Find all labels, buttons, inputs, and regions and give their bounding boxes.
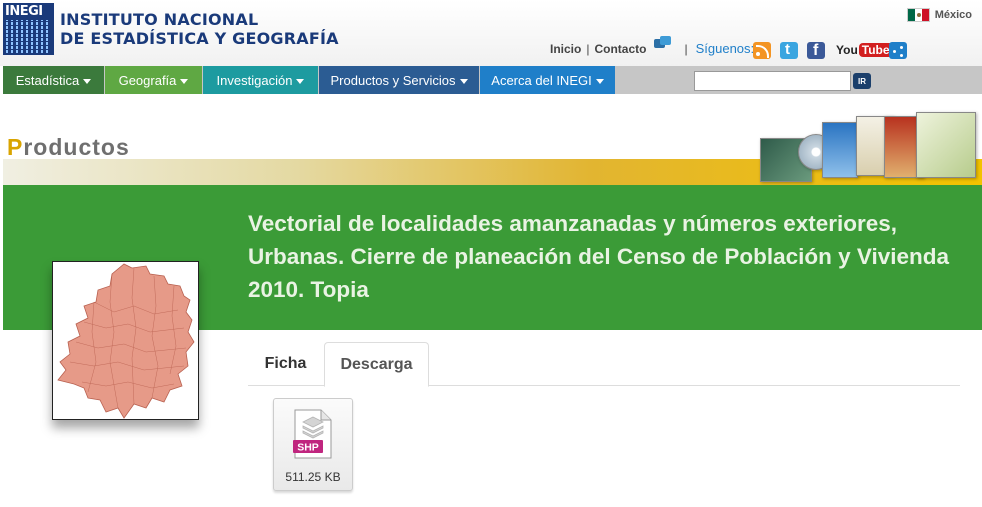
inegi-logo-mark: INEGI [3, 2, 54, 55]
site-header: INEGI INSTITUTO NACIONAL DE ESTADÍSTICA … [0, 0, 982, 66]
logo-mark-text: INEGI [5, 3, 43, 19]
nav-label: Productos y Servicios [330, 72, 456, 88]
tab-descarga[interactable]: Descarga [324, 342, 429, 387]
search-input[interactable] [694, 71, 851, 91]
youtube-you-text: You [836, 43, 858, 57]
youtube-tube-text: Tube [858, 43, 893, 57]
logo-line-2: DE ESTADÍSTICA Y GEOGRAFÍA [60, 28, 339, 48]
caret-down-icon [180, 78, 189, 84]
shp-format-label: SHP [297, 442, 319, 454]
product-title: Vectorial de localidades amanzanadas y n… [248, 211, 950, 302]
product-tabs: Ficha Descarga [248, 342, 960, 387]
caret-down-icon [296, 78, 305, 84]
nav-label: Acerca del INEGI [491, 72, 592, 88]
country-selector[interactable]: México [906, 8, 972, 22]
nav-label: Estadística [15, 72, 80, 88]
youtube-icon[interactable]: You Tube [836, 43, 893, 57]
caret-down-icon [459, 78, 468, 84]
nav-item-estadistica[interactable]: Estadística [3, 66, 104, 94]
shp-download-button[interactable]: SHP 511.25 KB [273, 398, 353, 491]
banner-title-initial: P [7, 134, 24, 160]
banner-title: Productos [7, 134, 130, 161]
nav-label: Investigación [216, 72, 293, 88]
locality-map-image [57, 263, 195, 419]
caret-down-icon [595, 78, 604, 84]
logo-text: INSTITUTO NACIONAL DE ESTADÍSTICA Y GEOG… [60, 10, 339, 48]
siguenos-label: Síguenos: [695, 41, 755, 56]
atlas-map-image [916, 112, 976, 178]
banner-title-rest: roductos [23, 134, 130, 160]
blue-book-image [822, 122, 858, 178]
mexico-flag-icon [906, 8, 930, 22]
nav-item-acerca[interactable]: Acerca del INEGI [480, 66, 615, 94]
nav-item-investigacion[interactable]: Investigación [203, 66, 318, 94]
file-size: 511.25 KB [285, 470, 341, 484]
search-button[interactable]: IR [853, 73, 871, 89]
tab-ficha[interactable]: Ficha [248, 342, 323, 386]
productos-banner: Productos [3, 94, 982, 185]
inicio-link[interactable]: Inicio [550, 42, 581, 56]
link-separator: | [684, 41, 688, 56]
inegi-logo[interactable]: INEGI INSTITUTO NACIONAL DE ESTADÍSTICA … [3, 2, 339, 55]
nav-label: Geografía [118, 72, 177, 88]
shp-file-icon: SHP [293, 409, 332, 459]
caret-down-icon [83, 78, 92, 84]
chat-icon[interactable] [654, 36, 672, 51]
rss-icon[interactable] [753, 42, 771, 59]
product-thumbnail [52, 261, 199, 420]
contacto-link[interactable]: Contacto [594, 42, 646, 56]
nav-item-productos-servicios[interactable]: Productos y Servicios [319, 66, 479, 94]
country-label: México [934, 9, 972, 21]
nav-item-geografia[interactable]: Geografía [105, 66, 202, 94]
link-separator: | [586, 41, 590, 56]
products-collage-image [758, 112, 980, 184]
logo-bars-graphic [6, 19, 51, 53]
twitter-icon[interactable] [780, 41, 798, 59]
top-links: Inicio | Contacto | Síguenos: [550, 36, 755, 56]
logo-line-1: INSTITUTO NACIONAL [60, 9, 259, 29]
share-icon[interactable] [889, 42, 907, 59]
facebook-icon[interactable] [807, 42, 825, 60]
